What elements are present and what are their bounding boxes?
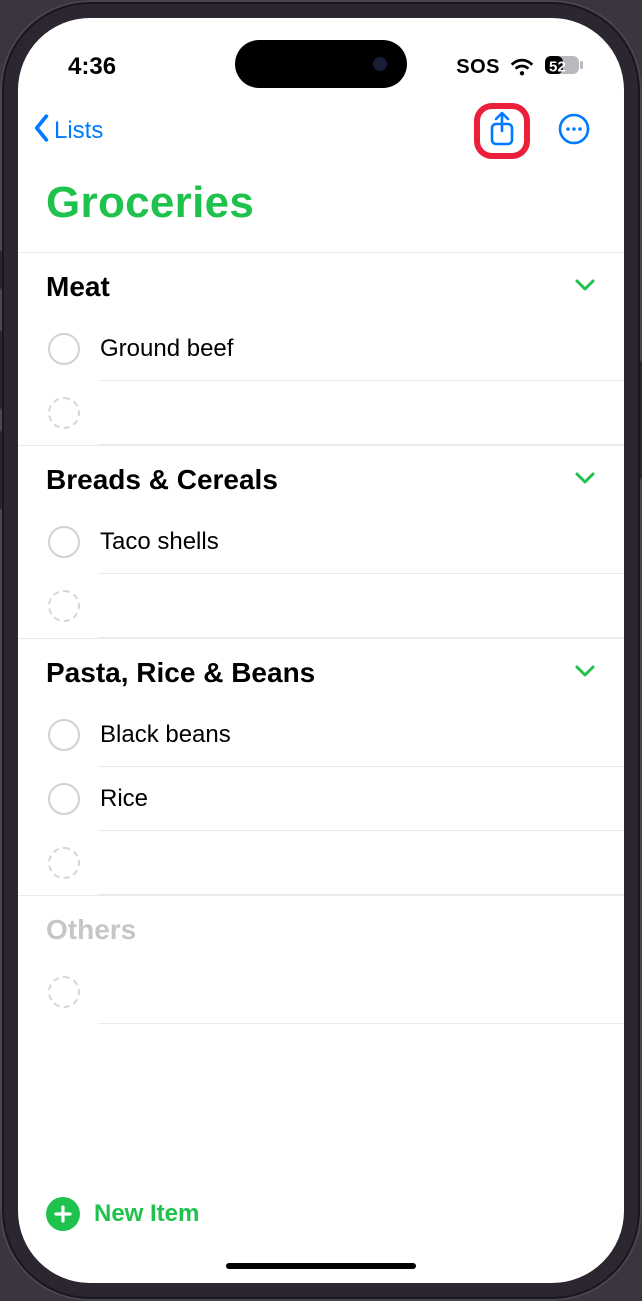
dashed-circle-icon <box>48 976 80 1008</box>
section-meat: Meat Ground beef <box>18 252 624 445</box>
checkbox-icon[interactable] <box>48 719 80 751</box>
checkbox-icon[interactable] <box>48 783 80 815</box>
section-breads: Breads & Cereals Taco shells <box>18 445 624 638</box>
back-label: Lists <box>54 117 103 145</box>
new-item-placeholder[interactable] <box>18 960 624 1024</box>
dashed-circle-icon <box>48 847 80 879</box>
item-label: Taco shells <box>100 528 219 556</box>
home-indicator[interactable] <box>226 1263 416 1269</box>
chevron-down-icon <box>574 471 596 490</box>
section-header[interactable]: Meat <box>18 253 624 317</box>
list-item[interactable]: Taco shells <box>18 510 624 574</box>
checkbox-icon[interactable] <box>48 526 80 558</box>
list-item[interactable]: Ground beef <box>18 317 624 381</box>
back-button[interactable]: Lists <box>30 113 103 150</box>
chevron-down-icon <box>574 278 596 297</box>
status-sos: SOS <box>456 56 500 79</box>
share-icon <box>487 111 517 152</box>
chevron-left-icon <box>30 113 52 150</box>
list-content: Groceries Meat Ground beef <box>18 164 624 1197</box>
ellipsis-circle-icon <box>557 112 591 151</box>
plus-circle-icon <box>46 1197 80 1231</box>
dynamic-island <box>235 40 407 88</box>
section-others: Others <box>18 895 624 1024</box>
dashed-circle-icon <box>48 397 80 429</box>
new-item-placeholder[interactable] <box>18 574 624 638</box>
dashed-circle-icon <box>48 590 80 622</box>
checkbox-icon[interactable] <box>48 333 80 365</box>
item-label: Ground beef <box>100 335 233 363</box>
item-label: Black beans <box>100 721 231 749</box>
list-title: Groceries <box>18 164 624 252</box>
battery-percent: 52 <box>549 59 566 76</box>
new-item-button[interactable]: New Item <box>46 1197 596 1231</box>
section-title: Pasta, Rice & Beans <box>46 657 315 689</box>
section-pasta: Pasta, Rice & Beans Black beans Rice <box>18 638 624 895</box>
item-label: Rice <box>100 785 148 813</box>
new-item-placeholder[interactable] <box>18 831 624 895</box>
section-title: Breads & Cereals <box>46 464 278 496</box>
new-item-label: New Item <box>94 1200 199 1228</box>
more-button[interactable] <box>546 103 602 159</box>
nav-bar: Lists <box>18 98 624 164</box>
new-item-placeholder[interactable] <box>18 381 624 445</box>
section-title: Others <box>46 914 136 946</box>
section-title: Meat <box>46 271 110 303</box>
wifi-icon <box>509 57 535 77</box>
section-header[interactable]: Pasta, Rice & Beans <box>18 639 624 703</box>
chevron-down-icon <box>574 664 596 683</box>
bottom-bar: New Item <box>18 1197 624 1283</box>
list-item[interactable]: Rice <box>18 767 624 831</box>
section-header[interactable]: Others <box>18 896 624 960</box>
status-time: 4:36 <box>68 53 116 81</box>
battery-icon: 52 <box>544 55 584 80</box>
section-header[interactable]: Breads & Cereals <box>18 446 624 510</box>
list-item[interactable]: Black beans <box>18 703 624 767</box>
share-button[interactable] <box>474 103 530 159</box>
